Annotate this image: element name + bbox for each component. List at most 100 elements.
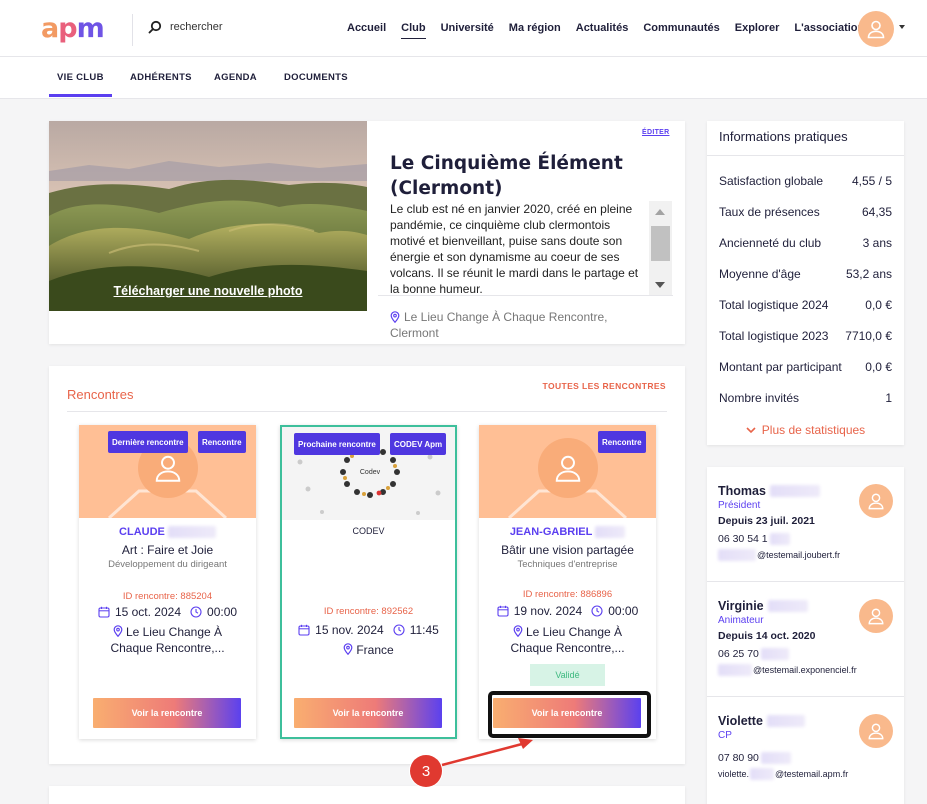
info-row: Taux de présences 64,35: [719, 205, 892, 219]
contact-card: Violette CP 07 80 90 violette. @testemail…: [707, 697, 904, 804]
club-description: Le club est né en janvier 2020, créé en …: [390, 202, 639, 296]
contact-email[interactable]: @testemail.joubert.fr: [718, 549, 840, 561]
nav-ma-region[interactable]: Ma région: [509, 22, 561, 39]
club-photo[interactable]: Télécharger une nouvelle photo: [49, 121, 367, 311]
meeting-location: Le Lieu Change À Chaque Rencontre,...: [510, 625, 625, 655]
tab-documents[interactable]: DOCUMENTS: [284, 72, 348, 83]
location-pin-icon: [390, 311, 400, 323]
contacts-panel: Thomas Président Depuis 23 juil. 2021 06…: [707, 467, 904, 804]
contact-phone[interactable]: 06 30 54 1: [718, 533, 790, 545]
meeting-card-next[interactable]: Codev Prochaine rencontre CODEV Apm CODE…: [280, 425, 457, 739]
info-row: Ancienneté du club 3 ans: [719, 236, 892, 250]
redacted-text: [750, 768, 775, 780]
user-avatar[interactable]: [858, 11, 894, 47]
status-badge: Validé: [530, 664, 605, 686]
clock-icon: [393, 624, 405, 636]
landscape-image: [49, 121, 367, 311]
header-divider: [132, 14, 133, 46]
scroll-up-icon[interactable]: [655, 209, 665, 215]
meeting-id: ID rencontre: 892562: [323, 606, 414, 617]
location-pin-icon: [113, 625, 123, 638]
meeting-title: Art : Faire et Joie: [121, 543, 214, 557]
meeting-title: Bâtir une vision partagée: [501, 543, 634, 557]
contact-role: CP: [718, 730, 732, 741]
search-input[interactable]: rechercher: [170, 21, 223, 33]
meeting-id: ID rencontre: 885204: [122, 591, 213, 602]
contact-phone[interactable]: 06 25 70: [718, 648, 789, 660]
all-meetings-link[interactable]: TOUTES LES RENCONTRES: [543, 381, 666, 391]
nav-association[interactable]: L'association: [794, 22, 864, 39]
scroll-down-icon[interactable]: [655, 282, 665, 288]
upload-photo-link[interactable]: Télécharger une nouvelle photo: [49, 284, 367, 298]
divider: [707, 155, 904, 156]
meetings-title: Rencontres: [67, 387, 134, 402]
info-row: Montant par participant 0,0 €: [719, 360, 892, 374]
meeting-subtitle: Développement du dirigeant: [108, 559, 227, 570]
meeting-location: France: [300, 642, 437, 658]
badge-codev: CODEV Apm: [390, 433, 447, 455]
clock-icon: [591, 605, 603, 617]
view-meeting-button[interactable]: Voir la rencontre: [294, 698, 442, 728]
info-row: Nombre invités 1: [719, 391, 892, 405]
contact-since: Depuis 14 oct. 2020: [718, 630, 816, 642]
info-title: Informations pratiques: [719, 129, 848, 144]
contact-since: Depuis 23 juil. 2021: [718, 515, 815, 527]
tab-vie-club[interactable]: VIE CLUB: [49, 72, 112, 97]
club-title: Le Cinquième Élément (Clermont): [390, 153, 623, 199]
redacted-text: [760, 752, 791, 764]
badge-meeting: Rencontre: [598, 431, 646, 453]
highlight-box: [488, 691, 651, 738]
user-icon: [868, 493, 884, 510]
meeting-card-last[interactable]: Dernière rencontre Rencontre CLAUDE Art …: [79, 425, 256, 739]
redacted-text: [769, 533, 790, 545]
contact-phone[interactable]: 07 80 90: [718, 752, 791, 764]
clock-icon: [190, 606, 202, 618]
nav-actualites[interactable]: Actualités: [576, 22, 629, 39]
view-meeting-button[interactable]: Voir la rencontre: [93, 698, 241, 728]
contact-email[interactable]: @testemail.exponenciel.fr: [718, 664, 857, 676]
nav-explorer[interactable]: Explorer: [735, 22, 780, 39]
edit-link[interactable]: ÉDITER: [642, 129, 669, 136]
location-pin-icon: [513, 625, 523, 638]
info-row: Satisfaction globale 4,55 / 5: [719, 174, 892, 188]
chevron-down-icon: [746, 427, 756, 434]
redacted-text: [769, 485, 820, 497]
chevron-down-icon[interactable]: [899, 25, 905, 29]
user-icon: [155, 455, 181, 482]
meeting-location: Le Lieu Change À Chaque Rencontre,...: [110, 625, 225, 655]
badge-last-meeting: Dernière rencontre: [108, 431, 188, 453]
tab-agenda[interactable]: AGENDA: [214, 72, 257, 83]
user-icon: [868, 608, 884, 625]
avatar: [859, 714, 893, 748]
search-box[interactable]: rechercher: [148, 19, 223, 35]
nav-accueil[interactable]: Accueil: [347, 22, 386, 39]
club-subnav: VIE CLUB ADHÉRENTS AGENDA DOCUMENTS: [0, 57, 927, 99]
contact-name: Violette: [718, 714, 805, 728]
redacted-text: [167, 526, 216, 539]
divider: [67, 411, 667, 412]
user-icon: [868, 723, 884, 740]
club-location: Le Lieu Change À Chaque Rencontre, Clerm…: [390, 310, 608, 340]
meeting-name: CODEV: [352, 526, 385, 536]
description-scrollbar[interactable]: [649, 201, 672, 296]
redacted-text: [718, 549, 756, 561]
more-stats-link[interactable]: Plus de statistiques: [707, 423, 904, 437]
nav-club[interactable]: Club: [401, 22, 427, 39]
nav-communautes[interactable]: Communautés: [643, 22, 719, 39]
contact-name: Virginie: [718, 599, 808, 613]
redacted-text: [767, 600, 808, 612]
calendar-icon: [497, 605, 509, 617]
scrollbar-thumb[interactable]: [651, 226, 670, 261]
contact-card: Thomas Président Depuis 23 juil. 2021 06…: [707, 467, 904, 582]
apm-logo[interactable]: apm: [41, 13, 105, 44]
avatar: [859, 484, 893, 518]
club-card: Télécharger une nouvelle photo ÉDITER Le…: [49, 121, 685, 344]
contact-email[interactable]: violette. @testemail.apm.fr: [718, 768, 848, 780]
tab-adherents[interactable]: ADHÉRENTS: [130, 72, 192, 83]
location-pin-icon: [343, 643, 353, 656]
nav-universite[interactable]: Université: [441, 22, 494, 39]
meeting-subtitle: Techniques d'entreprise: [517, 559, 618, 570]
calendar-icon: [98, 606, 110, 618]
avatar: [859, 599, 893, 633]
svg-text:Codev: Codev: [360, 469, 381, 476]
